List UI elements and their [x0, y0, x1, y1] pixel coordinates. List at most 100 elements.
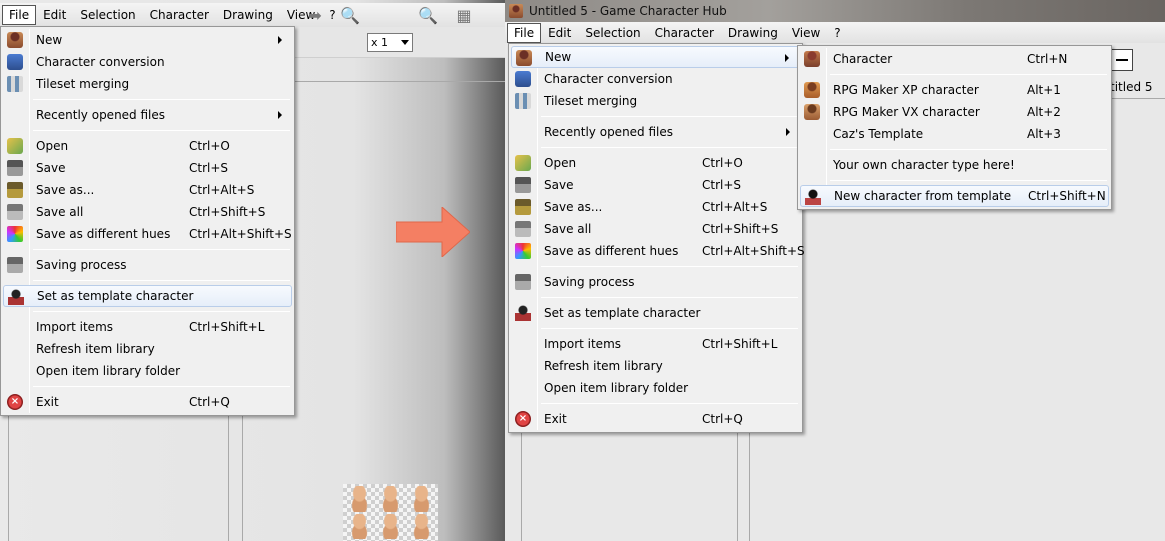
menu-item-rpg-maker-vx-character[interactable]: RPG Maker VX character Alt+2 [800, 101, 1109, 123]
menu-item-import-items[interactable]: Import items Ctrl+Shift+L [511, 333, 800, 355]
menu-item-label: New [545, 50, 572, 64]
menu-item-refresh-item-library[interactable]: Refresh item library [3, 338, 292, 360]
tileset-merging-icon [7, 76, 23, 92]
menu-item-label: Exit [544, 412, 567, 426]
template-icon [8, 289, 24, 305]
menu-item-save-as[interactable]: Save as... Ctrl+Alt+S [511, 196, 800, 218]
menu-item-save-as-different-hues[interactable]: Save as different hues Ctrl+Alt+Shift+S [3, 223, 292, 245]
character-sprite-sheet [343, 484, 438, 541]
menu-file[interactable]: File [2, 5, 37, 25]
panel-border [295, 81, 505, 82]
sprite [407, 486, 436, 512]
menu-item-recently-opened-files[interactable]: Recently opened files [511, 121, 800, 143]
template-icon [515, 305, 531, 321]
menu-item-label: Exit [36, 395, 59, 409]
zoom-in-icon[interactable]: 🔍 [416, 4, 440, 26]
menu-selection[interactable]: Selection [578, 23, 647, 43]
menu-drawing[interactable]: Drawing [216, 5, 280, 25]
menu-item-save[interactable]: Save Ctrl+S [511, 174, 800, 196]
menu-item-label: RPG Maker XP character [833, 83, 979, 97]
menu-separator [541, 147, 798, 148]
menu-item-label: Recently opened files [544, 125, 674, 139]
menu-selection[interactable]: Selection [73, 5, 142, 25]
menu-item-tileset-merging[interactable]: Tileset merging [3, 73, 292, 95]
menu-character[interactable]: Character [648, 23, 721, 43]
menu-item-label: Set as template character [37, 289, 194, 303]
menu-item-tileset-merging[interactable]: Tileset merging [511, 90, 800, 112]
menu-item-character-conversion[interactable]: Character conversion [3, 51, 292, 73]
menu-item-save-all[interactable]: Save all Ctrl+Shift+S [511, 218, 800, 240]
menu-item-saving-process[interactable]: Saving process [511, 271, 800, 293]
menu-item-your-own-character-type-here[interactable]: Your own character type here! [800, 154, 1109, 176]
menu-item-label: Save as different hues [36, 227, 171, 241]
menu-item-label: Caz's Template [833, 127, 924, 141]
zoom-out-icon[interactable]: 🔍 [338, 4, 362, 26]
tileset-merging-icon [515, 93, 531, 109]
chevron-right-icon [278, 111, 282, 119]
menu-item-refresh-item-library[interactable]: Refresh item library [511, 355, 800, 377]
menu-item-new[interactable]: New [3, 29, 292, 51]
menu-item-save-as[interactable]: Save as... Ctrl+Alt+S [3, 179, 292, 201]
menu-separator [33, 130, 290, 131]
sprite [345, 486, 374, 512]
menu-item-label: Tileset merging [544, 94, 638, 108]
menu-file[interactable]: File [507, 22, 542, 43]
menu-item-exit[interactable]: × Exit Ctrl+Q [511, 408, 800, 430]
menu-item-saving-process[interactable]: Saving process [3, 254, 292, 276]
menu-item-exit[interactable]: × Exit Ctrl+Q [3, 391, 292, 413]
grid-icon[interactable]: ▦ [452, 4, 476, 26]
menu-view[interactable]: View [785, 23, 827, 43]
menu-item-label: Refresh item library [36, 342, 155, 356]
menu-edit[interactable]: Edit [36, 5, 73, 25]
panel-border [228, 410, 229, 541]
menu-item-open[interactable]: Open Ctrl+O [3, 135, 292, 157]
menu-item-shortcut: Alt+2 [1027, 105, 1061, 119]
save-all-icon [515, 221, 531, 237]
document-tab[interactable]: titled 5 [1110, 80, 1153, 94]
right-file-menu: New Character conversion Tileset merging Re… [508, 43, 805, 433]
menu-item-label: New character from template [834, 189, 1012, 203]
menu-item-recently-opened-files[interactable]: Recently opened files [3, 104, 292, 126]
menu-item-new-character-from-template[interactable]: New character from template Ctrl+Shift+N [800, 185, 1109, 207]
menu-item-import-items[interactable]: Import items Ctrl+Shift+L [3, 316, 292, 338]
menu-item-character-conversion[interactable]: Character conversion [511, 68, 800, 90]
menu-drawing[interactable]: Drawing [721, 23, 785, 43]
menu-item-save-all[interactable]: Save all Ctrl+Shift+S [3, 201, 292, 223]
menu-item-new[interactable]: New [511, 46, 800, 68]
chevron-right-icon [786, 128, 790, 136]
menu-item-rpg-maker-xp-character[interactable]: RPG Maker XP character Alt+1 [800, 79, 1109, 101]
menu-character[interactable]: Character [143, 5, 216, 25]
menu-item-save-as-different-hues[interactable]: Save as different hues Ctrl+Alt+Shift+S [511, 240, 805, 262]
menu-item-label: Character [833, 52, 893, 66]
sprite [376, 486, 405, 512]
menu-help[interactable]: ? [827, 23, 847, 43]
menu-item-character[interactable]: Character Ctrl+N [800, 48, 1109, 70]
zoom-value: x 1 [371, 36, 389, 49]
rpg-maker-vx-icon [804, 104, 820, 120]
menu-item-label: Save [36, 161, 66, 175]
menu-item-set-as-template-character[interactable]: Set as template character [3, 285, 292, 307]
menu-item-set-as-template-character[interactable]: Set as template character [511, 302, 800, 324]
menu-item-label: Save all [36, 205, 84, 219]
menu-item-open-item-library-folder[interactable]: Open item library folder [3, 360, 292, 382]
menu-item-open[interactable]: Open Ctrl+O [511, 152, 800, 174]
minus-button[interactable] [1111, 49, 1133, 71]
left-file-menu: New Character conversion Tileset merging Re… [0, 26, 295, 416]
menu-separator [541, 403, 798, 404]
menu-item-label: Save all [544, 222, 592, 236]
menu-edit[interactable]: Edit [541, 23, 578, 43]
menu-item-label: Saving process [544, 275, 635, 289]
menu-item-shortcut: Ctrl+O [702, 156, 743, 170]
menu-item-label: Import items [544, 337, 622, 351]
open-icon [7, 138, 23, 154]
menu-item-shortcut: Ctrl+Q [702, 412, 743, 426]
forward-arrow-icon[interactable]: ➡ [303, 4, 327, 26]
panel-border [8, 410, 9, 541]
menu-item-label: Save as... [36, 183, 95, 197]
menu-item-open-item-library-folder[interactable]: Open item library folder [511, 377, 800, 399]
zoom-select[interactable]: x 1 [367, 33, 413, 52]
saving-process-icon [515, 274, 531, 290]
menu-item-label: Save as... [544, 200, 603, 214]
menu-item-caz-s-template[interactable]: Caz's Template Alt+3 [800, 123, 1109, 145]
menu-item-save[interactable]: Save Ctrl+S [3, 157, 292, 179]
